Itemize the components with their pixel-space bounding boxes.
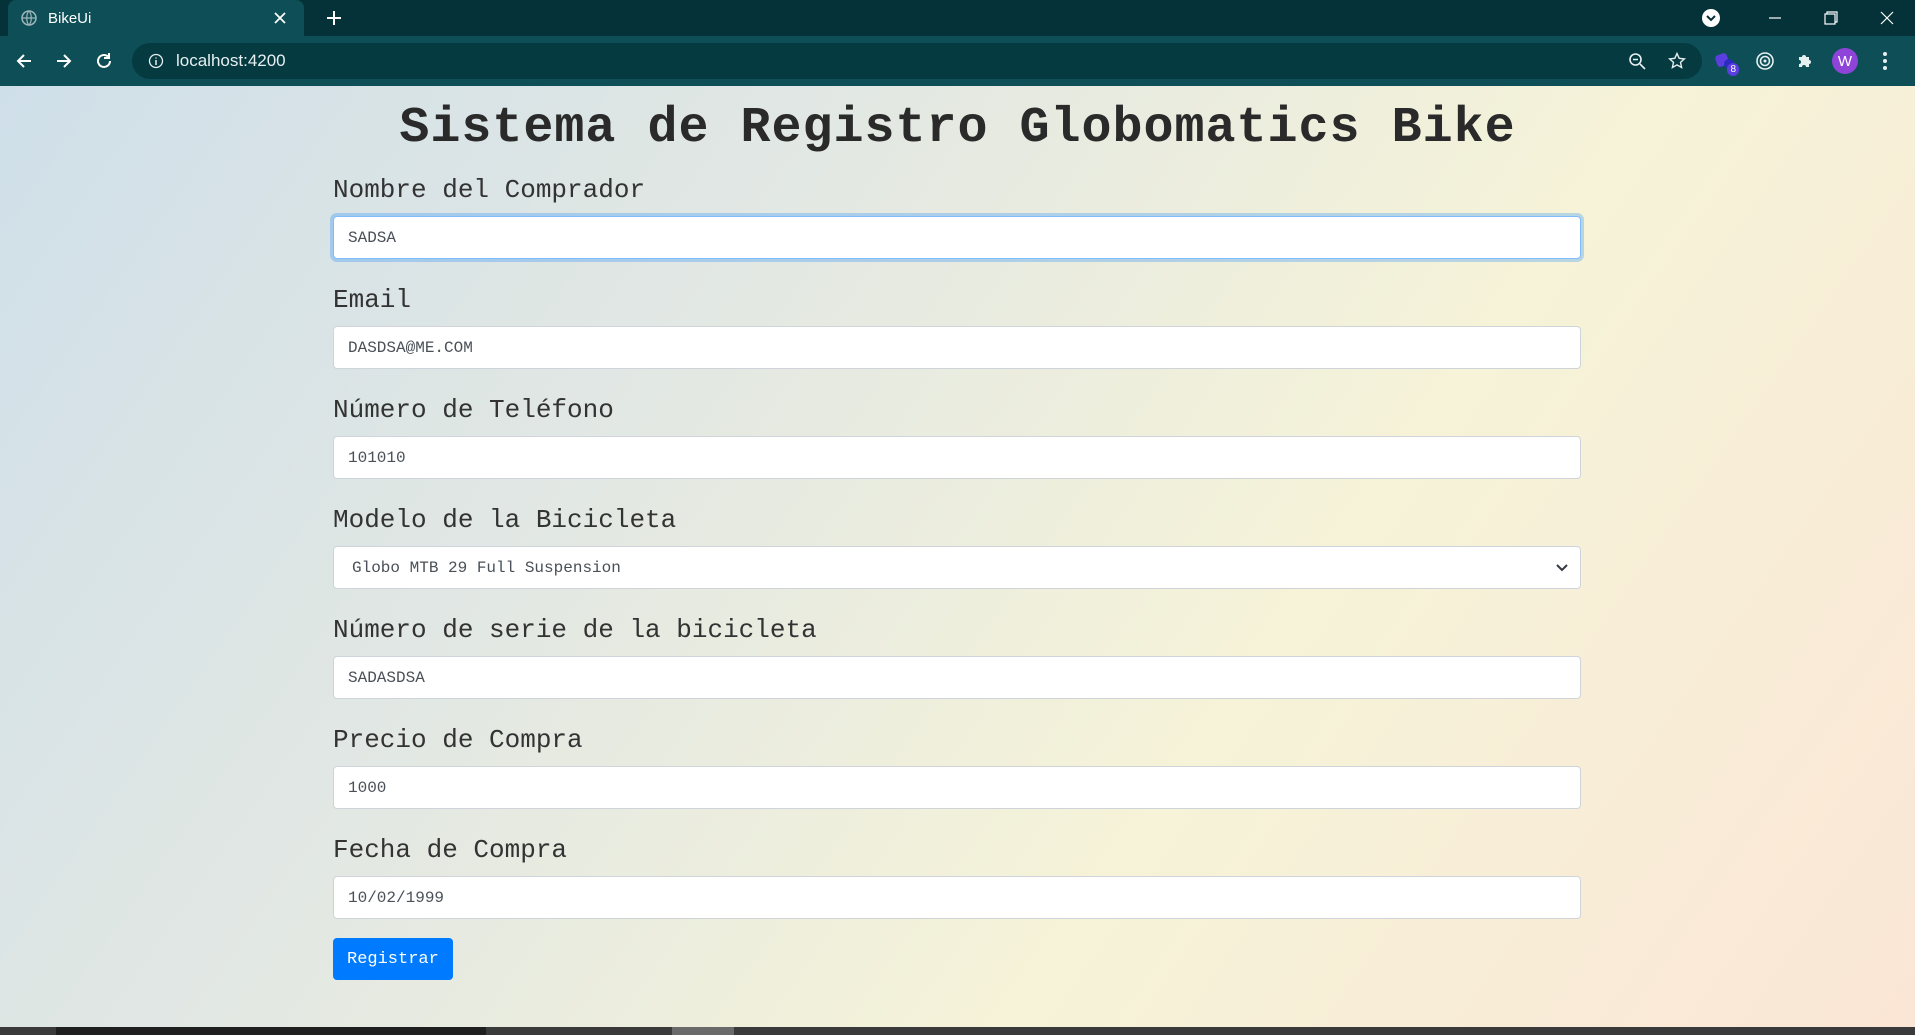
browser-tab[interactable]: BikeUi (8, 0, 304, 36)
field-serial-number: Número de serie de la bicicleta SADASDSA (333, 612, 1581, 699)
forward-arrow-icon[interactable] (48, 45, 80, 77)
input-value: SADSA (348, 228, 397, 247)
field-label: Email (333, 285, 412, 315)
close-tab-icon[interactable] (268, 6, 292, 30)
url-text: localhost:4200 (176, 51, 286, 70)
address-bar[interactable]: localhost:4200 (132, 43, 1702, 79)
globe-icon (20, 9, 38, 27)
registration-form: Nombre del Comprador SADSA Email DASDSA@… (333, 172, 1581, 980)
puzzle-extensions-icon[interactable] (1789, 45, 1821, 77)
field-purchase-date: Fecha de Compra 10/02/1999 (333, 832, 1581, 919)
extension-badge: 8 (1727, 63, 1739, 76)
input-value: 10/02/1999 (348, 888, 445, 907)
purchase-date-input[interactable]: 10/02/1999 (333, 876, 1581, 919)
serial-number-input[interactable]: SADASDSA (333, 656, 1581, 699)
purchase-price-input[interactable]: 1000 (333, 766, 1581, 809)
select-value: Globo MTB 29 Full Suspension (352, 558, 621, 577)
new-tab-icon[interactable] (320, 4, 348, 32)
bookmark-star-icon[interactable] (1662, 46, 1692, 76)
minimize-icon[interactable] (1747, 0, 1803, 36)
profile-avatar[interactable]: W (1829, 45, 1861, 77)
phone-input[interactable]: 101010 (333, 436, 1581, 479)
page-title: Sistema de Registro Globomatics Bike (399, 100, 1516, 157)
field-label: Número de serie de la bicicleta (333, 615, 817, 645)
browser-toolbar: localhost:4200 8 W (0, 36, 1915, 86)
field-purchase-price: Precio de Compra 1000 (333, 722, 1581, 809)
register-button[interactable]: Registrar (333, 938, 453, 980)
input-value: SADASDSA (348, 668, 425, 687)
buyer-name-input[interactable]: SADSA (333, 216, 1581, 259)
field-bike-model: Modelo de la Bicicleta Globo MTB 29 Full… (333, 502, 1581, 589)
field-phone: Número de Teléfono 101010 (333, 392, 1581, 479)
tab-search-icon[interactable] (1689, 0, 1733, 36)
field-label: Fecha de Compra (333, 835, 568, 865)
target-extension-icon[interactable] (1749, 45, 1781, 77)
tab-title: BikeUi (48, 9, 92, 27)
chevron-down-icon (1556, 559, 1568, 577)
back-arrow-icon[interactable] (8, 45, 40, 77)
email-input[interactable]: DASDSA@ME.COM (333, 326, 1581, 369)
bike-model-select[interactable]: Globo MTB 29 Full Suspension (333, 546, 1581, 589)
field-email: Email DASDSA@ME.COM (333, 282, 1581, 369)
page-viewport: Sistema de Registro Globomatics Bike Nom… (0, 86, 1915, 1027)
input-value: DASDSA@ME.COM (348, 338, 473, 357)
close-window-icon[interactable] (1859, 0, 1915, 36)
browser-tab-bar: BikeUi (0, 0, 1915, 36)
field-buyer-name: Nombre del Comprador SADSA (333, 172, 1581, 259)
field-label: Modelo de la Bicicleta (333, 505, 677, 535)
kebab-menu-icon[interactable] (1869, 45, 1901, 77)
field-label: Nombre del Comprador (333, 175, 646, 205)
taskbar-segment (56, 1027, 486, 1035)
zoom-out-icon[interactable] (1622, 46, 1652, 76)
field-label: Número de Teléfono (333, 395, 614, 425)
site-info-icon[interactable] (146, 51, 166, 71)
input-value: 1000 (348, 778, 387, 797)
taskbar-strip (0, 1027, 1915, 1035)
avatar-letter: W (1832, 48, 1858, 74)
restore-icon[interactable] (1803, 0, 1859, 36)
input-value: 101010 (348, 448, 406, 467)
extension-shapes-icon[interactable]: 8 (1709, 45, 1741, 77)
taskbar-segment (672, 1027, 734, 1035)
reload-icon[interactable] (88, 45, 120, 77)
field-label: Precio de Compra (333, 725, 583, 755)
